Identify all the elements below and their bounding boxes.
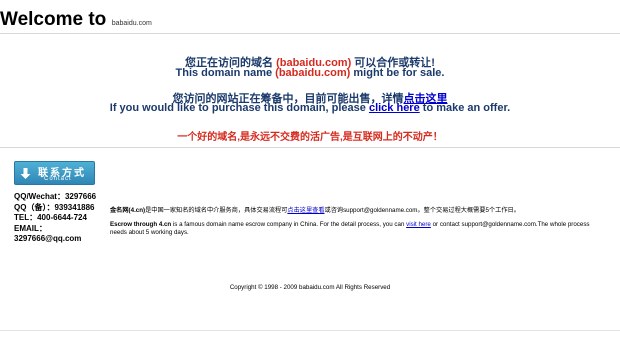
visit-here-link[interactable]: visit here [406, 221, 431, 228]
welcome-title: Welcome to [0, 9, 107, 30]
contact-button[interactable]: 联系方式 Contact [14, 161, 95, 185]
middle-divider [0, 147, 620, 148]
notice-text: This domain name [175, 67, 276, 79]
contact-info: QQ/Wechat：3297666 QQ（备）：939341886 TEL：40… [14, 192, 96, 245]
escrow-text: 是中国一家知名的域名中介服务商，具体交易流程可 [145, 207, 288, 214]
down-arrow-icon [20, 168, 31, 179]
escrow-brand: Escrow through 4.cn [110, 221, 172, 229]
notice-line-en-1: This domain name (babaidu.com) might be … [0, 67, 620, 79]
header-domain: babaidu.com [111, 20, 152, 27]
slogan: 一个好的域名,是永远不交费的活广告,是互联网上的不动产！ [177, 132, 443, 143]
escrow-info-en: Escrow through 4.cn is a famous domain n… [110, 221, 608, 237]
contact-qq-wechat: QQ/Wechat：3297666 [14, 192, 97, 201]
notice-text: If you would like to purchase this domai… [109, 102, 369, 114]
notice-domain: (babaidu.com) [275, 67, 351, 79]
bottom-divider [0, 330, 620, 331]
notice-text: to make an offer. [419, 102, 511, 114]
escrow-text: is a famous domain name escrow company i… [171, 221, 407, 229]
escrow-process-link-zh[interactable]: 点击这里查看 [287, 207, 324, 214]
click-here-link[interactable]: click here [369, 102, 420, 114]
contact-qq-backup: QQ（备）：939341886 [14, 202, 95, 212]
notice-line-en-2: If you would like to purchase this domai… [0, 102, 620, 114]
escrow-brand: 金名网(4.cn) [110, 207, 146, 214]
contact-email: 3297666@qq.com [14, 234, 82, 243]
site-header: Welcome to babaidu.com [0, 9, 152, 31]
notice-text: might be for sale. [350, 67, 445, 79]
contact-email-label: EMAIL： [14, 223, 47, 233]
escrow-text: 或咨询support@goldenname.com。整个交易过程大概需要5个工作… [324, 207, 520, 214]
contact-button-sublabel: Contact [44, 176, 72, 182]
escrow-info-zh: 金名网(4.cn)是中国一家知名的域名中介服务商，具体交易流程可点击这里查看或咨… [110, 207, 608, 215]
contact-tel: TEL：400-6644-724 [14, 213, 87, 222]
escrow-info: 金名网(4.cn)是中国一家知名的域名中介服务商，具体交易流程可点击这里查看或咨… [110, 207, 608, 238]
top-divider [0, 33, 620, 34]
copyright: Copyright © 1998 - 2009 babaidu.com All … [229, 284, 391, 291]
